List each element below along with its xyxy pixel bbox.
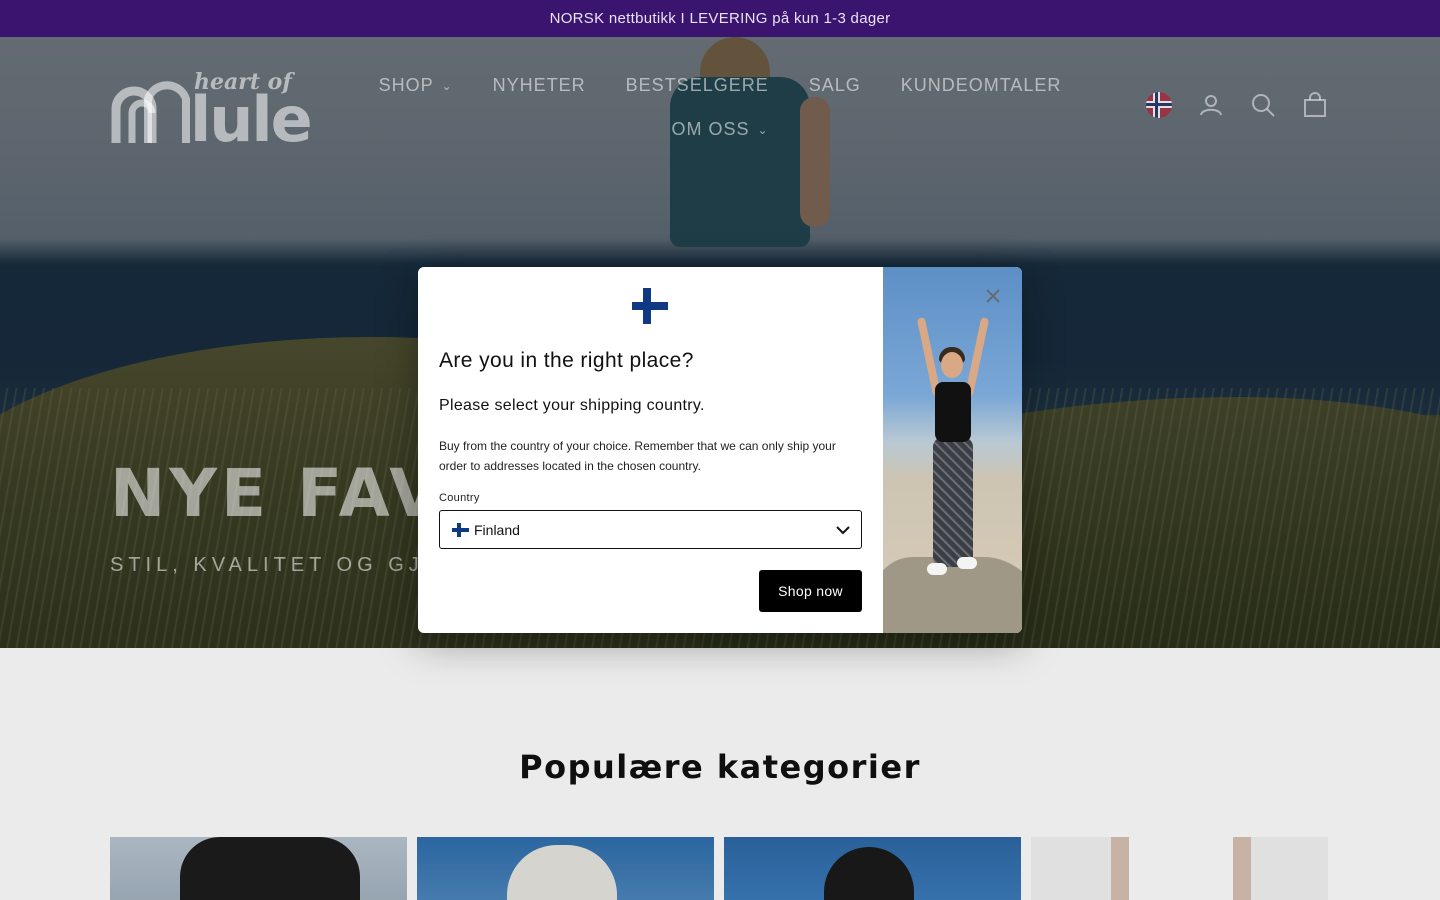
modal-content: Are you in the right place? Please selec… [418, 267, 883, 633]
shop-now-button[interactable]: Shop now [759, 570, 862, 612]
logo-mark-icon [111, 81, 190, 143]
site-header: heart of lule SHOP ⌄ NYHETER BESTSELGERE… [0, 37, 1440, 177]
section-title: Populære kategorier [519, 748, 921, 786]
logo-big-text: lule [190, 83, 313, 156]
nav-label: SALG [808, 74, 861, 95]
modal-subtitle: Please select your shipping country. [439, 397, 705, 414]
account-icon[interactable] [1198, 92, 1224, 118]
popular-categories-section: Populære kategorier [0, 648, 1440, 900]
chevron-down-icon [836, 526, 850, 535]
category-card[interactable] [417, 837, 714, 900]
finland-flag-icon [632, 288, 668, 324]
chevron-down-icon: ⌄ [441, 79, 453, 93]
cart-icon[interactable] [1302, 92, 1328, 118]
nav-item-salg[interactable]: SALG [809, 75, 861, 96]
nav-label: OM OSS [671, 118, 750, 139]
nav-item-kundeomtaler[interactable]: KUNDEOMTALER [901, 75, 1062, 96]
search-icon[interactable] [1250, 92, 1276, 118]
hero-subtitle: STIL, KVALITET OG GJEN [110, 554, 462, 576]
category-card[interactable] [110, 837, 407, 900]
finland-flag-icon [452, 522, 469, 537]
announcement-bar: NORSK nettbutikk I LEVERING på kun 1-3 d… [0, 0, 1440, 37]
nav-label: BESTSELGERE [625, 74, 769, 95]
announcement-text: NORSK nettbutikk I LEVERING på kun 1-3 d… [549, 10, 891, 27]
nav-item-bestselgere[interactable]: BESTSELGERE [626, 75, 769, 96]
modal-image [883, 267, 1022, 633]
header-actions [1146, 92, 1328, 118]
hero-title: NYE FAV [110, 455, 445, 532]
country-select-modal: Are you in the right place? Please selec… [418, 267, 1022, 633]
nav-label: SHOP [378, 74, 434, 95]
nav-item-nyheter[interactable]: NYHETER [493, 75, 586, 96]
country-select-value: Finland [474, 521, 520, 538]
category-card[interactable] [724, 837, 1021, 900]
main-nav: SHOP ⌄ NYHETER BESTSELGERE SALG KUNDEOMT… [379, 63, 1062, 151]
country-field-label: Country [439, 492, 480, 504]
close-icon[interactable] [983, 286, 1003, 306]
nav-label: KUNDEOMTALER [900, 74, 1062, 95]
nav-label: NYHETER [492, 74, 586, 95]
category-card[interactable] [1031, 837, 1328, 900]
nav-item-shop[interactable]: SHOP ⌄ [379, 75, 453, 96]
norway-flag-icon[interactable] [1146, 92, 1172, 118]
country-select[interactable]: Finland [439, 510, 862, 549]
nav-item-om-oss[interactable]: OM OSS ⌄ [671, 119, 768, 140]
modal-description: Buy from the country of your choice. Rem… [439, 439, 836, 473]
brand-logo[interactable]: heart of lule [110, 69, 313, 156]
chevron-down-icon: ⌄ [757, 123, 769, 137]
modal-title: Are you in the right place? [439, 349, 694, 372]
category-cards [110, 837, 1330, 900]
